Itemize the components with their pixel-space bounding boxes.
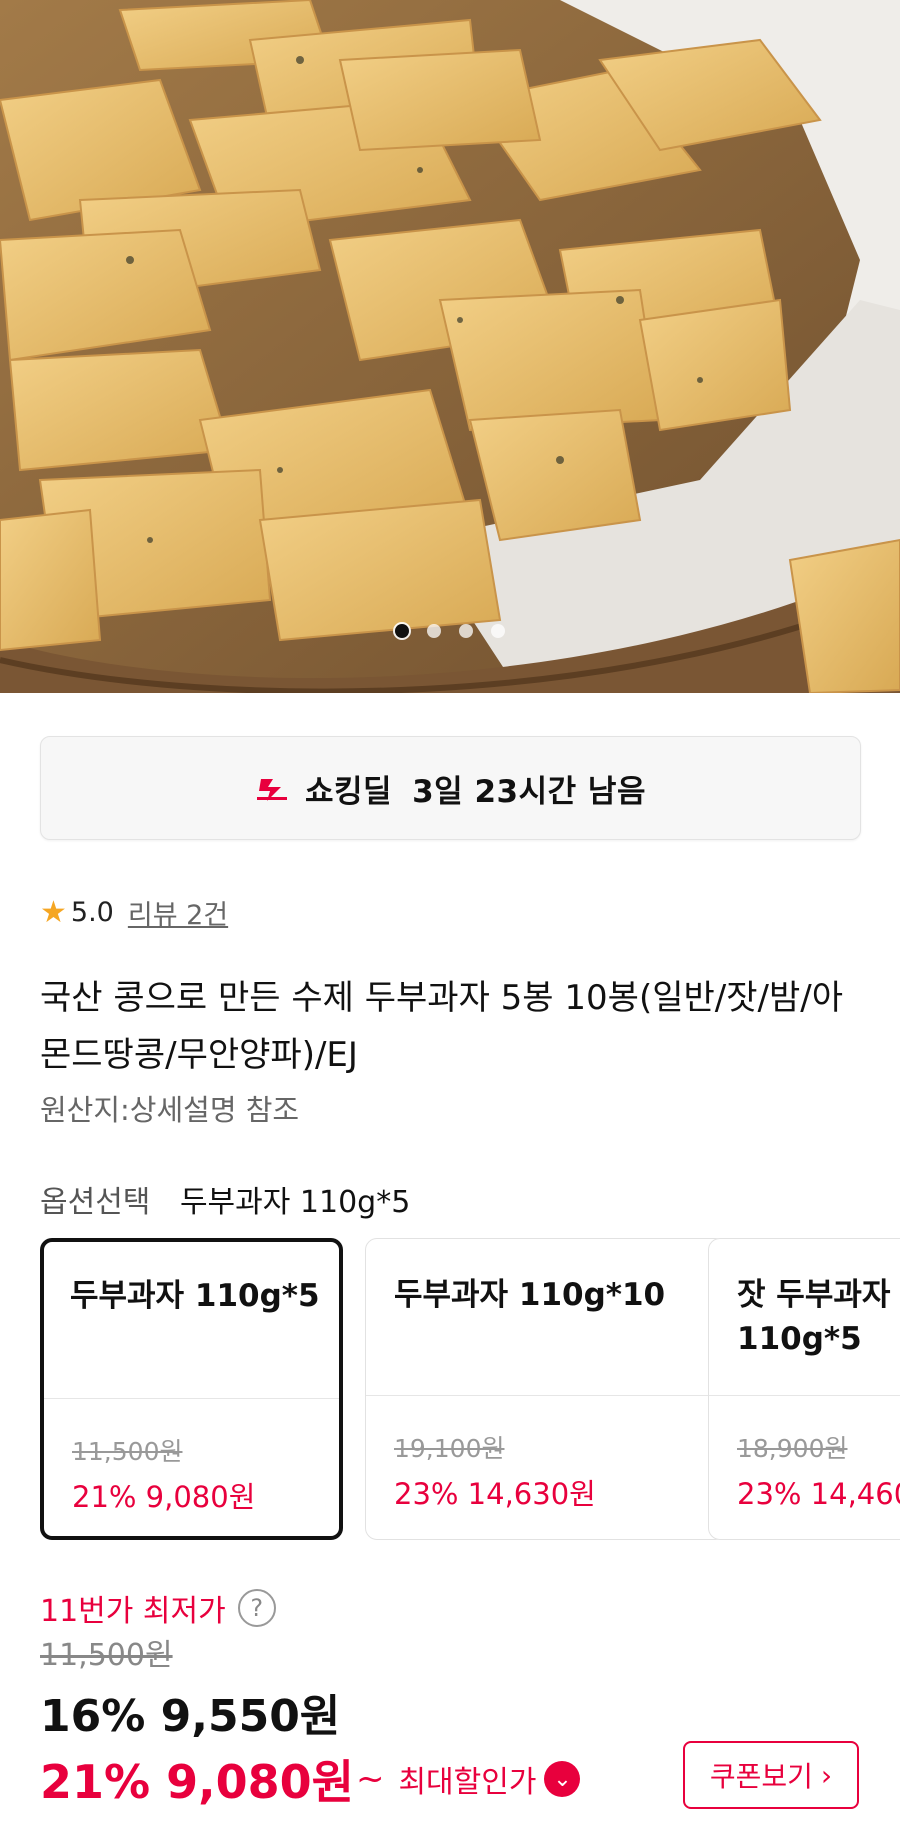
final-price: 21% 9,080원 <box>40 1755 354 1809</box>
option-card-original-price: 18,900원 <box>737 1434 848 1463</box>
price-tilde: ~ <box>355 1759 385 1799</box>
option-cards: 두부과자 110g*5 11,500원 21% 9,080원 두부과자 110g… <box>40 1238 900 1540</box>
option-card-name: 두부과자 110g*10 <box>394 1277 666 1313</box>
carousel-dot-3[interactable] <box>459 624 473 638</box>
chevron-down-icon[interactable]: ⌄ <box>544 1761 581 1797</box>
lowest-price-label-row: 11번가 최저가 ? <box>40 1586 276 1630</box>
chevron-right-icon: › <box>820 1758 833 1792</box>
option-card-name: 두부과자 110g*5 <box>70 1278 320 1314</box>
max-discount-price-row: 21% 9,080원 ~ 최대할인가 ⌄ <box>40 1746 581 1812</box>
shocking-deal-banner[interactable]: 쇼킹딜 3일 23시간 남음 <box>40 736 861 840</box>
option-selected-row: 옵션선택 두부과자 110g*5 <box>40 1177 410 1221</box>
lowest-price-label: 11번가 최저가 <box>40 1594 226 1629</box>
option-card-discount-price: 23% 14,630원 <box>394 1477 596 1511</box>
option-card-discount-price: 23% 14,460원 <box>737 1477 900 1511</box>
option-card[interactable]: 잣 두부과자 110g*5 18,900원 23% 14,460원 <box>708 1238 900 1540</box>
shocking-deal-icon <box>257 779 288 801</box>
option-selected-value: 두부과자 110g*5 <box>179 1185 411 1220</box>
option-card[interactable]: 두부과자 110g*10 19,100원 23% 14,630원 <box>365 1238 727 1540</box>
carousel-dot-4[interactable] <box>491 624 505 638</box>
rating-row: ★ 5.0 리뷰 2건 <box>40 893 228 932</box>
product-photo <box>0 0 900 693</box>
product-image-carousel[interactable] <box>0 0 900 693</box>
carousel-dot-2[interactable] <box>427 624 441 638</box>
coupon-view-button[interactable]: 쿠폰보기 › <box>683 1741 859 1809</box>
sale-price: 16% 9,550원 <box>40 1691 341 1742</box>
deal-label: 쇼킹딜 <box>305 773 393 810</box>
product-title: 국산 콩으로 만든 수제 두부과자 5봉 10봉(일반/잣/밤/아몬드땅콩/무안… <box>40 978 843 1075</box>
help-icon[interactable]: ? <box>237 1589 276 1627</box>
review-count-link[interactable]: 리뷰 2건 <box>128 893 228 932</box>
star-icon: ★ <box>40 895 67 930</box>
option-card-divider <box>44 1398 339 1399</box>
option-card-original-price: 11,500원 <box>72 1437 183 1466</box>
carousel-dot-1[interactable] <box>395 624 409 638</box>
deal-text: 쇼킹딜 3일 23시간 남음 <box>305 766 646 811</box>
carousel-indicator <box>0 624 900 638</box>
option-card[interactable]: 두부과자 110g*5 11,500원 21% 9,080원 <box>40 1238 343 1540</box>
rating-score: 5.0 <box>70 897 114 928</box>
option-card-divider <box>366 1395 726 1396</box>
option-card-original-price: 19,100원 <box>394 1434 505 1463</box>
option-label: 옵션선택 <box>40 1185 151 1220</box>
coupon-button-label: 쿠폰보기 <box>709 1760 813 1793</box>
option-card-divider <box>709 1395 900 1396</box>
max-discount-label: 최대할인가 <box>398 1765 537 1800</box>
product-origin: 원산지:상세설명 참조 <box>40 1093 300 1127</box>
original-price: 11,500원 <box>40 1638 173 1673</box>
option-card-discount-price: 21% 9,080원 <box>72 1480 256 1514</box>
option-card-name: 잣 두부과자 110g*5 <box>737 1277 891 1357</box>
deal-time-left: 3일 23시간 남음 <box>412 773 646 810</box>
